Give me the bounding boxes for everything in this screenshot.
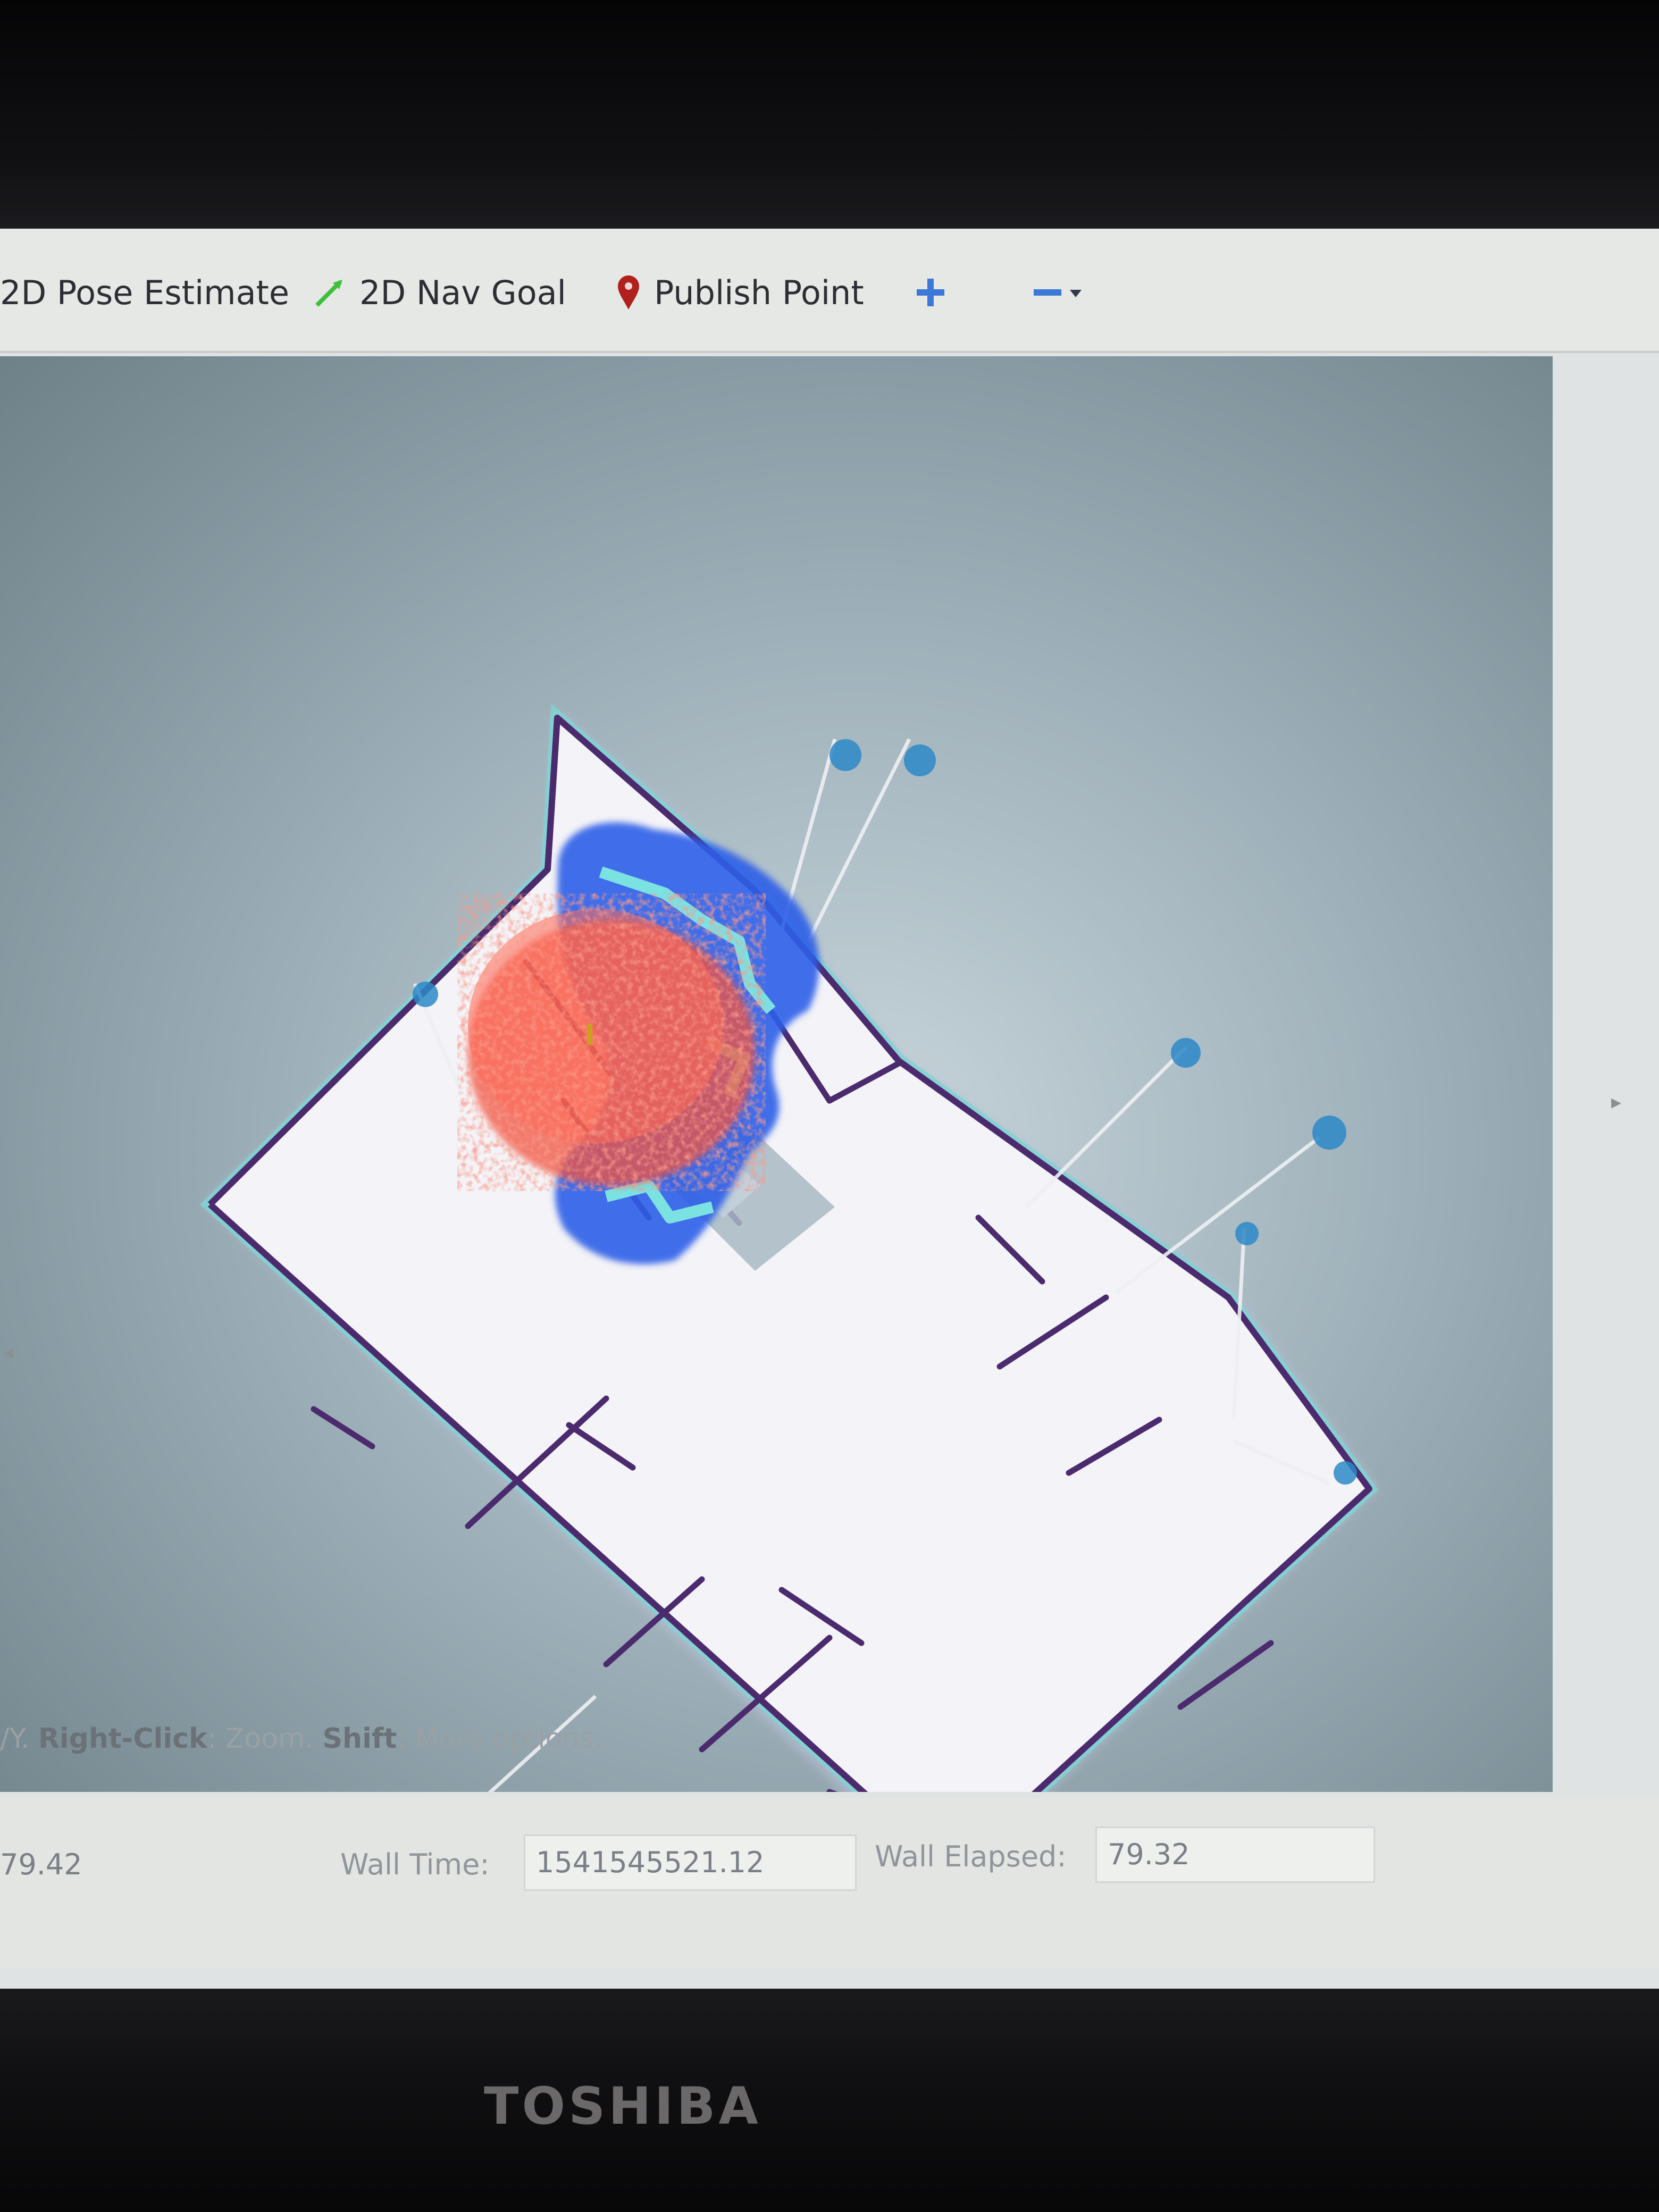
help-right-click-key: Right-Click (38, 1723, 207, 1755)
wall-time-label: Wall Time: (340, 1848, 490, 1881)
help-right-click-text: : Zoom. (207, 1723, 314, 1755)
publish-point-label: Publish Point (654, 273, 864, 312)
plus-icon (915, 276, 946, 308)
particle-cloud (457, 893, 766, 1191)
help-bar: /Y. Right-Click: Zoom. Shift: More optio… (0, 1723, 603, 1755)
pose-estimate-label: 2D Pose Estimate (0, 273, 290, 312)
tools-toolbar: 2D Pose Estimate 2D Nav Goal Publish Poi… (0, 229, 1659, 353)
publish-point-button[interactable]: Publish Point (617, 266, 864, 319)
map-3d-view[interactable]: ◂ (0, 356, 1553, 1792)
nav-goal-label: 2D Nav Goal (359, 273, 566, 312)
scroll-right-arrow-icon[interactable]: ▸ (1611, 1090, 1621, 1113)
wall-time-value: 1541545521.12 (536, 1846, 765, 1879)
monitor-bezel-top (0, 0, 1659, 234)
elapsed-value: 79.42 (0, 1848, 82, 1881)
pose-estimate-button[interactable]: 2D Pose Estimate (0, 266, 289, 319)
help-shift-text: : More options. (397, 1723, 603, 1755)
help-shift-key: Shift (322, 1723, 397, 1755)
wall-elapsed-value: 79.32 (1108, 1838, 1190, 1871)
time-panel: 79.42 Wall Time: 1541545521.12 Wall Elap… (0, 1797, 1659, 1967)
chevron-down-icon[interactable] (1068, 284, 1084, 300)
brand-logo: TOSHIBA (484, 2076, 761, 2136)
zoom-out-button[interactable] (1032, 266, 1097, 319)
nav-goal-button[interactable]: 2D Nav Goal (314, 266, 566, 319)
arrow-icon (314, 276, 346, 308)
wall-elapsed-field[interactable]: 79.32 (1095, 1826, 1375, 1883)
zoom-in-button[interactable] (915, 266, 960, 319)
wall-time-field[interactable]: 1541545521.12 (524, 1834, 857, 1891)
monitor-bezel-bottom (0, 1989, 1659, 2212)
map-pin-icon (617, 274, 640, 311)
map-free-space (210, 718, 1369, 1792)
minus-icon (1032, 276, 1063, 308)
wall-elapsed-label: Wall Elapsed: (875, 1840, 1067, 1873)
help-prefix: /Y. (0, 1723, 30, 1755)
scroll-left-arrow-icon[interactable]: ◂ (3, 1340, 13, 1363)
map-canvas (200, 703, 1379, 1792)
robot-pose-marker (587, 1024, 592, 1045)
